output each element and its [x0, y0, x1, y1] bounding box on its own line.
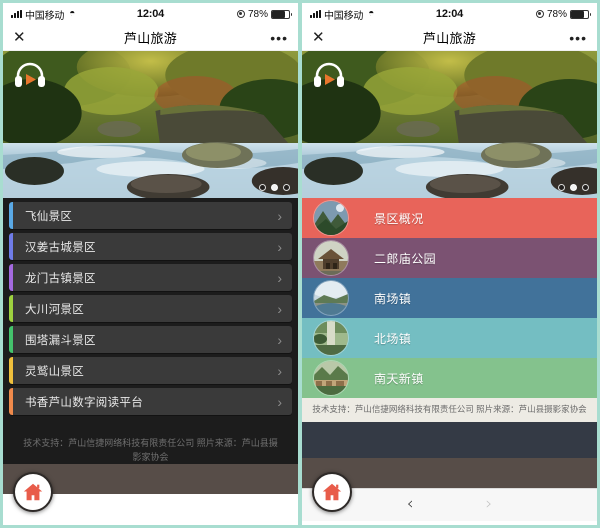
- carousel-dot-active[interactable]: [570, 184, 577, 191]
- footer-credits-right: 技术支持：芦山信捷网络科技有限责任公司 照片来源：芦山县摄影家协会: [302, 398, 597, 422]
- scenic-spot-row[interactable]: 大川河景区 ›: [9, 295, 292, 322]
- chevron-right-icon: ›: [277, 238, 282, 255]
- hero-carousel-right[interactable]: [302, 51, 597, 198]
- scenic-spot-label: 大川河景区: [25, 303, 84, 316]
- scenic-spot-label: 汉姜古城景区: [25, 241, 96, 254]
- attraction-label: 南场镇: [374, 291, 412, 306]
- carousel-dot[interactable]: [582, 184, 589, 191]
- scenic-spot-label: 灵鹫山景区: [25, 365, 84, 378]
- scenic-spot-row[interactable]: 灵鹫山景区 ›: [9, 357, 292, 384]
- attraction-thumbnail: [314, 321, 348, 355]
- chevron-right-icon: ›: [277, 331, 282, 348]
- forward-button[interactable]: ›: [486, 496, 493, 513]
- headphones-play-icon[interactable]: [312, 61, 346, 91]
- status-bar-left: 中国移动 ◓ 12:04 78%: [3, 3, 298, 25]
- scenic-spot-label: 龙门古镇景区: [25, 272, 96, 285]
- page-title: 芦山旅游: [123, 31, 178, 46]
- attraction-thumbnail: [314, 201, 348, 235]
- chevron-right-icon: ›: [277, 362, 282, 379]
- attraction-list-container: 景区概况二郎庙公园南场镇北场镇南天新镇: [302, 198, 597, 398]
- attraction-thumbnail: [314, 281, 348, 315]
- hero-image: [302, 51, 597, 198]
- clock-label: 12:04: [435, 8, 464, 20]
- hero-carousel-left[interactable]: [3, 51, 298, 198]
- carousel-dots-left[interactable]: [259, 184, 290, 191]
- footer-credits-left: 技术支持：芦山信捷网络科技有限责任公司 照片来源：芦山县摄影家协会: [23, 438, 278, 462]
- attraction-label: 景区概况: [374, 211, 424, 226]
- carousel-dot-active[interactable]: [271, 184, 278, 191]
- attraction-label: 二郎庙公园: [374, 251, 437, 266]
- back-button[interactable]: ‹: [407, 496, 414, 513]
- more-options-icon[interactable]: •••: [270, 31, 288, 45]
- nav-bar-left: ✕ 芦山旅游 •••: [3, 25, 298, 51]
- battery-icon: [570, 9, 591, 19]
- home-icon: [23, 483, 43, 501]
- dark-spacer-right: [302, 421, 597, 458]
- attraction-list: 景区概况二郎庙公园南场镇北场镇南天新镇 技术支持：芦山信捷网络科技有限责任公司 …: [302, 198, 597, 521]
- scenic-spot-list-container: 飞仙景区 › 汉姜古城景区 › 龙门古镇景区 › 大川河景区 › 围塔漏斗景区 › 灵鹫山景区 › 书香…: [9, 202, 292, 419]
- hero-image: [3, 51, 298, 198]
- home-button-right[interactable]: [312, 472, 352, 512]
- scenic-spot-row[interactable]: 飞仙景区 ›: [9, 202, 292, 229]
- attraction-row[interactable]: 二郎庙公园: [302, 238, 597, 278]
- battery-icon: [271, 9, 292, 19]
- location-services-icon: [535, 10, 544, 18]
- attraction-row[interactable]: 景区概况: [302, 198, 597, 238]
- scenic-spot-row[interactable]: 汉姜古城景区 ›: [9, 233, 292, 260]
- chevron-right-icon: ›: [277, 207, 282, 224]
- scenic-spot-row[interactable]: 书香芦山数字阅读平台 ›: [9, 388, 292, 415]
- carousel-dot[interactable]: [283, 184, 290, 191]
- scenic-spot-row[interactable]: 围塔漏斗景区 ›: [9, 326, 292, 353]
- attraction-label: 北场镇: [374, 331, 412, 346]
- scenic-spot-label: 围塔漏斗景区: [25, 334, 96, 347]
- chevron-right-icon: ›: [277, 300, 282, 317]
- attraction-label: 南天新镇: [374, 371, 424, 386]
- more-options-icon[interactable]: •••: [569, 31, 587, 45]
- headphones-play-icon[interactable]: [13, 61, 47, 91]
- status-bar-right: 中国移动 ◓ 12:04 78%: [302, 3, 597, 25]
- right-phone-screen: 中国移动 ◓ 12:04 78% ✕ 芦山旅游 ••• 景区概况 二郎庙公园 南…: [300, 0, 600, 528]
- location-services-icon: [236, 10, 245, 18]
- page-title: 芦山旅游: [422, 31, 477, 46]
- home-icon: [322, 483, 342, 501]
- screenshot-stage: 中国移动 ◓ 12:04 78% ✕ 芦山旅游 ••• 飞仙景区 › 汉姜古城景…: [0, 0, 600, 528]
- left-phone-screen: 中国移动 ◓ 12:04 78% ✕ 芦山旅游 ••• 飞仙景区 › 汉姜古城景…: [0, 0, 300, 528]
- attraction-thumbnail: [314, 241, 348, 275]
- scenic-spot-list: 飞仙景区 › 汉姜古城景区 › 龙门古镇景区 › 大川河景区 › 围塔漏斗景区 › 灵鹫山景区 › 书香…: [3, 198, 298, 464]
- nav-bar-right: ✕ 芦山旅游 •••: [302, 25, 597, 51]
- chevron-right-icon: ›: [277, 269, 282, 286]
- scenic-spot-row[interactable]: 龙门古镇景区 ›: [9, 264, 292, 291]
- chevron-right-icon: ›: [277, 393, 282, 410]
- carousel-dots-right[interactable]: [558, 184, 589, 191]
- clock-label: 12:04: [136, 8, 165, 20]
- carousel-dot[interactable]: [259, 184, 266, 191]
- attraction-row[interactable]: 南场镇: [302, 278, 597, 318]
- scenic-spot-label: 飞仙景区: [25, 210, 73, 223]
- scenic-spot-label: 书香芦山数字阅读平台: [25, 396, 143, 409]
- carousel-dot[interactable]: [558, 184, 565, 191]
- attraction-thumbnail: [314, 361, 348, 395]
- attraction-row[interactable]: 北场镇: [302, 318, 597, 358]
- attraction-row[interactable]: 南天新镇: [302, 358, 597, 398]
- home-button-left[interactable]: [13, 472, 53, 512]
